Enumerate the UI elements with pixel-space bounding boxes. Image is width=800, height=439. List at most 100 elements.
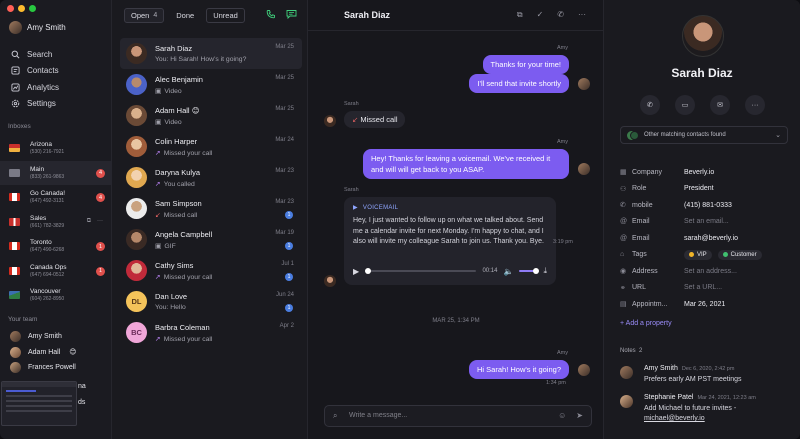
property-row[interactable]: ⚇ Role President bbox=[620, 181, 790, 198]
inbox-item[interactable]: Go Canada! (647) 492-3131 4 bbox=[0, 185, 112, 210]
conversation-name: Sarah Diaz bbox=[155, 44, 193, 53]
image-icon: ▣ bbox=[155, 88, 162, 95]
volume-icon[interactable]: 🔈 bbox=[503, 267, 513, 276]
minimize-window-button[interactable] bbox=[18, 5, 25, 12]
current-user[interactable]: Amy Smith bbox=[9, 21, 66, 34]
message-composer[interactable]: ⌕ Write a message... ☺ ➤ bbox=[324, 405, 592, 427]
nav-search[interactable]: Search bbox=[10, 46, 59, 63]
at-icon: @ bbox=[620, 218, 628, 226]
tag-vip[interactable]: VIP bbox=[684, 249, 712, 260]
inbox-item[interactable]: Sales (661) 782-3829 ⧉ ··· bbox=[0, 210, 112, 235]
image-icon: ▣ bbox=[155, 243, 162, 250]
property-row[interactable]: ⚭ URL Set a URL... bbox=[620, 280, 790, 297]
property-row[interactable]: @ Email Set an email... bbox=[620, 214, 790, 231]
inbox-item[interactable]: Arizona (530) 216-7921 bbox=[0, 136, 112, 161]
maximize-window-button[interactable] bbox=[29, 5, 36, 12]
audio-scrubber[interactable] bbox=[365, 268, 477, 274]
open-external-icon[interactable]: ⧉ bbox=[517, 10, 523, 20]
property-row[interactable]: ✆ mobile (415) 881-0333 bbox=[620, 197, 790, 214]
sender-label: Amy bbox=[557, 350, 568, 356]
conversation-item[interactable]: Cathy Sims ↗ Missed your call Jul 1 1 bbox=[120, 255, 302, 286]
date-divider: MAR 25, 1:34 PM bbox=[432, 318, 480, 324]
missed-call-icon: ↙ bbox=[352, 115, 359, 124]
team-member[interactable]: Adam Hall 😊 bbox=[10, 345, 77, 361]
unread-badge: 1 bbox=[285, 304, 293, 312]
inbox-item[interactable]: Vancouver (604) 262-8950 bbox=[0, 283, 112, 308]
new-message-icon[interactable] bbox=[286, 9, 297, 21]
message-bubble: Hi Sarah! How's it going? bbox=[469, 360, 569, 379]
team-member[interactable]: Amy Smith bbox=[10, 329, 77, 345]
mark-done-icon[interactable]: ✓ bbox=[537, 10, 544, 20]
audio-time: 00:14 bbox=[482, 268, 498, 274]
conversation-name: Sam Simpson bbox=[155, 199, 202, 208]
property-row[interactable]: ▦ Company Beverly.io bbox=[620, 164, 790, 181]
conversation-item[interactable]: Angela Campbell ▣ GIF Mar 19 1 bbox=[120, 224, 302, 255]
scrubber-handle[interactable] bbox=[365, 268, 372, 274]
more-icon[interactable]: ··· bbox=[97, 218, 103, 225]
phone-icon[interactable] bbox=[266, 9, 276, 21]
tab-open[interactable]: Open 4 bbox=[124, 8, 165, 23]
property-row[interactable]: @ Email sarah@beverly.io bbox=[620, 230, 790, 247]
conversation-item[interactable]: Sam Simpson ↙ Missed call Mar 23 1 bbox=[120, 193, 302, 224]
conversation-item[interactable]: BC Barbra Coleman ↗ Missed your call Apr … bbox=[120, 317, 302, 348]
conversation-tabs: Open 4 Done Unread bbox=[124, 8, 245, 23]
nav-contacts[interactable]: Contacts bbox=[10, 63, 59, 80]
person-icon: ⚇ bbox=[620, 185, 627, 193]
attach-icon[interactable]: ⌕ bbox=[333, 411, 337, 421]
conversation-item[interactable]: Daryna Kulya ↗ You called Mar 23 bbox=[120, 162, 302, 193]
copy-icon[interactable]: ⧉ bbox=[87, 218, 91, 225]
current-user-name: Amy Smith bbox=[27, 23, 66, 32]
volume-slider[interactable] bbox=[519, 268, 540, 274]
tab-done[interactable]: Done bbox=[170, 8, 200, 23]
property-row[interactable]: ◉ Address Set an address... bbox=[620, 263, 790, 280]
conversation-name: Adam Hall 😊 bbox=[155, 106, 200, 115]
more-icon[interactable]: ··· bbox=[745, 95, 765, 115]
avatar bbox=[126, 167, 147, 188]
conversation-item[interactable]: DL Dan Love You: Hello Jun 24 1 bbox=[120, 286, 302, 317]
download-icon[interactable]: ⤓ bbox=[543, 266, 547, 276]
tab-label: Done bbox=[176, 11, 195, 20]
property-row[interactable]: ⌂ Tags VIP Customer bbox=[620, 247, 790, 264]
tag-customer[interactable]: Customer bbox=[717, 249, 762, 260]
unread-badge: 1 bbox=[285, 273, 293, 281]
conversation-name: Dan Love bbox=[155, 292, 188, 301]
conversation-item[interactable]: Alec Benjamin ▣ Video Mar 25 bbox=[120, 69, 302, 100]
tag-icon: ⌂ bbox=[620, 251, 625, 259]
more-icon[interactable]: ··· bbox=[578, 10, 586, 20]
phone-icon[interactable]: ✆ bbox=[557, 10, 564, 20]
unread-badge: 4 bbox=[96, 168, 105, 178]
voicemail-transcript: Hey, I just wanted to follow up on what … bbox=[353, 217, 544, 245]
conversation-name: Angela Campbell bbox=[155, 230, 213, 239]
nav-label: Settings bbox=[27, 99, 56, 109]
tab-unread[interactable]: Unread bbox=[206, 8, 245, 23]
add-property-button[interactable]: + Add a property bbox=[620, 320, 672, 327]
close-window-button[interactable] bbox=[7, 5, 14, 12]
conversation-date: Mar 19 bbox=[275, 230, 294, 236]
play-button[interactable]: ▶ bbox=[353, 267, 359, 276]
emoji-icon[interactable]: ☺ bbox=[558, 411, 566, 420]
team-member[interactable]: Frances Powell bbox=[10, 360, 77, 376]
inbox-item[interactable]: Main (833) 261-9863 4 bbox=[0, 160, 112, 185]
message-icon[interactable]: ▭ bbox=[675, 95, 695, 115]
note-text: Add Michael to future invites - michael@… bbox=[644, 405, 737, 422]
volume-handle[interactable] bbox=[533, 268, 540, 274]
matching-contacts-dropdown[interactable]: Other matching contacts found ⌄ bbox=[620, 126, 788, 144]
conversation-item[interactable]: Adam Hall 😊 ▣ Video Mar 25 bbox=[120, 100, 302, 131]
phone-icon[interactable]: ✆ bbox=[640, 95, 660, 115]
avatar bbox=[10, 331, 21, 343]
property-row[interactable]: ▤ Appointm... Mar 26, 2021 bbox=[620, 296, 790, 313]
inbox-item[interactable]: Canada Ops (647) 694-0512 1 bbox=[0, 259, 112, 284]
conversation-item[interactable]: Sarah Diaz You: Hi Sarah! How's it going… bbox=[120, 38, 302, 69]
message-input[interactable]: Write a message... bbox=[349, 412, 407, 419]
conversation-item[interactable]: Colin Harper ↗ Missed your call Mar 24 bbox=[120, 131, 302, 162]
email-link[interactable]: michael@beverly.io bbox=[644, 415, 705, 422]
tab-label: Open bbox=[131, 11, 150, 20]
sidebar: Amy Smith Search Contacts Analytics Sett… bbox=[0, 0, 112, 439]
email-icon[interactable]: ✉ bbox=[710, 95, 730, 115]
conversation-date: Mar 25 bbox=[275, 44, 294, 50]
send-icon[interactable]: ➤ bbox=[576, 411, 583, 420]
nav-analytics[interactable]: Analytics bbox=[10, 79, 59, 96]
nav-settings[interactable]: Settings bbox=[10, 96, 59, 113]
inbox-item[interactable]: Toronto (647) 490-6268 1 bbox=[0, 234, 112, 259]
property-value: President bbox=[684, 185, 714, 193]
